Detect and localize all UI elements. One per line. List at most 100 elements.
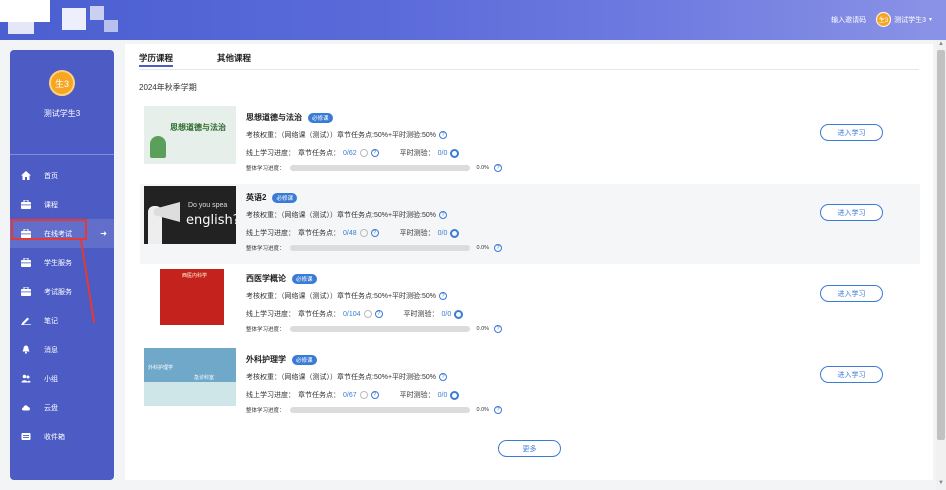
course-thumbnail[interactable]: 思想道德与法治 (144, 106, 236, 164)
chapter-progress-value: 0/48 (343, 229, 357, 237)
help-icon[interactable]: ? (439, 292, 447, 300)
sidebar-item-home[interactable]: 首页 (10, 161, 114, 190)
overall-progress-bar (289, 165, 470, 171)
online-progress: 线上学习进度： 章节任务点： 0/48 ? 平时测验： 0/0 (246, 228, 460, 238)
sidebar-profile: 生3 测试学生3 (10, 50, 114, 150)
quiz-progress-value: 0/0 (441, 310, 452, 318)
quiz-label: 平时测验： (399, 150, 435, 157)
help-icon[interactable]: ? (370, 149, 379, 157)
progress-label: 线上学习进度： (246, 392, 295, 399)
help-icon[interactable]: ? (439, 373, 447, 381)
sidebar-item-student-service[interactable]: 学生服务 (10, 248, 114, 277)
quiz-label: 平时测验： (399, 392, 435, 399)
overall-progress-bar (289, 245, 470, 251)
course-title[interactable]: 英语2 (246, 192, 266, 203)
tabs-divider (139, 69, 919, 70)
overall-label: 整体学习进度： (246, 246, 285, 252)
help-icon[interactable]: ? (374, 310, 383, 318)
sidebar-item-label: 笔记 (44, 317, 58, 325)
overall-label: 整体学习进度： (246, 408, 285, 414)
scrollbar[interactable]: ▲ ▼ (936, 40, 946, 490)
course-title[interactable]: 西医学概论 (246, 273, 286, 284)
chevron-down-icon: ▾ (928, 17, 932, 23)
user-menu[interactable]: 生3 测试学生3 ▾ (876, 12, 932, 27)
progress-label: 线上学习进度： (246, 230, 295, 237)
sidebar-item-groups[interactable]: 小组 (10, 364, 114, 393)
sidebar-item-cloud-drive[interactable]: 云盘 (10, 393, 114, 422)
thumbnail-text: 西医内科学 (182, 273, 208, 279)
chapter-label: 章节任务点： (298, 230, 340, 237)
course-title[interactable]: 外科护理学 (246, 354, 286, 365)
quiz-progress-value: 0/0 (437, 391, 448, 399)
avatar[interactable]: 生3 (49, 70, 75, 96)
group-icon (20, 374, 32, 384)
required-badge: 必修课 (308, 112, 333, 123)
overall-progress: 整体学习进度： 0.0% ? (246, 406, 503, 414)
scrollbar-thumb[interactable] (937, 50, 945, 440)
tab-other-courses[interactable]: 其他课程 (217, 44, 251, 70)
help-icon[interactable]: ? (370, 229, 379, 237)
sidebar-item-notes[interactable]: 笔记 (10, 306, 114, 335)
sidebar-item-messages[interactable]: 消息 (10, 335, 114, 364)
cloud-icon (20, 403, 32, 413)
assessment-weight: 考核权重：（网络课（测试））章节任务点:50%+平时测验:50% ? (246, 372, 447, 382)
thumbnail-text: 急诊科室 (194, 375, 215, 381)
sidebar-menu: 首页 课程 在线考试 ➜ 学生服务 考试服务 笔记 消息 小组 云盘 收件箱 (10, 155, 114, 451)
help-icon[interactable]: ? (494, 325, 503, 333)
course-thumbnail[interactable]: 外科护理学 急诊科室 (144, 348, 236, 406)
sidebar-item-label: 首页 (44, 172, 58, 180)
required-badge: 必修课 (292, 273, 317, 284)
home-icon (20, 171, 32, 181)
help-icon[interactable]: ? (494, 406, 503, 414)
course-thumbnail[interactable]: 西医内科学 (144, 267, 236, 325)
online-progress: 线上学习进度： 章节任务点： 0/62 ? 平时测验： 0/0 (246, 148, 460, 158)
required-badge: 必修课 (292, 354, 317, 365)
progress-ring-icon (450, 390, 460, 400)
scroll-up-icon[interactable]: ▲ (938, 41, 944, 47)
weight-text: 考核权重：（网络课（测试））章节任务点:50%+平时测验:50% (246, 293, 436, 300)
top-bar: 输入邀请码 生3 测试学生3 ▾ (0, 0, 946, 40)
sidebar: 生3 测试学生3 首页 课程 在线考试 ➜ 学生服务 考试服务 笔记 消息 小组… (10, 50, 114, 480)
enter-study-button[interactable]: 进入学习 (820, 366, 883, 383)
tab-degree-courses[interactable]: 学历课程 (139, 44, 174, 70)
thumbnail-text: english? (186, 213, 236, 228)
logo (0, 0, 130, 40)
ward-image (144, 382, 236, 406)
more-button[interactable]: 更多 (498, 440, 561, 457)
course-thumbnail[interactable]: Do you spea english? (144, 186, 236, 244)
main-content: 学历课程 其他课程 2024年秋季学期 思想道德与法治 思想道德与法治 必修课 … (125, 44, 933, 480)
required-badge: 必修课 (272, 192, 297, 203)
help-icon[interactable]: ? (494, 244, 503, 252)
sidebar-item-courses[interactable]: 课程 (10, 190, 114, 219)
progress-label: 线上学习进度： (246, 311, 295, 318)
progress-label: 线上学习进度： (246, 150, 295, 157)
pen-icon (20, 316, 32, 326)
enter-study-button[interactable]: 进入学习 (820, 124, 883, 141)
help-icon[interactable]: ? (439, 131, 447, 139)
enter-study-button[interactable]: 进入学习 (820, 285, 883, 302)
overall-progress-bar (289, 407, 470, 413)
overall-progress: 整体学习进度： 0.0% ? (246, 325, 503, 333)
sidebar-item-inbox[interactable]: 收件箱 (10, 422, 114, 451)
scroll-down-icon[interactable]: ▼ (938, 480, 944, 486)
progress-ring-icon (359, 149, 368, 157)
help-icon[interactable]: ? (439, 211, 447, 219)
sidebar-user-name: 测试学生3 (43, 109, 81, 118)
online-progress: 线上学习进度： 章节任务点： 0/67 ? 平时测验： 0/0 (246, 390, 460, 400)
course-title[interactable]: 思想道德与法治 (246, 112, 302, 123)
course-card: 西医内科学 西医学概论 必修课 考核权重：（网络课（测试））章节任务点:50%+… (140, 265, 920, 345)
invite-code-link[interactable]: 输入邀请码 (831, 15, 866, 25)
chapter-label: 章节任务点： (298, 311, 340, 318)
help-icon[interactable]: ? (370, 391, 379, 399)
sidebar-item-label: 收件箱 (44, 433, 65, 441)
progress-ring-icon (450, 228, 460, 238)
course-tabs: 学历课程 其他课程 (139, 44, 251, 70)
course-card: 外科护理学 急诊科室 外科护理学 必修课 考核权重：（网络课（测试））章节任务点… (140, 346, 920, 426)
course-card: Do you spea english? 英语2 必修课 考核权重：（网络课（测… (140, 184, 920, 264)
enter-study-button[interactable]: 进入学习 (820, 204, 883, 221)
help-icon[interactable]: ? (494, 164, 503, 172)
briefcase-icon (20, 200, 32, 210)
sidebar-item-exam-service[interactable]: 考试服务 (10, 277, 114, 306)
assessment-weight: 考核权重：（网络课（测试））章节任务点:50%+平时测验:50% ? (246, 130, 447, 140)
chapter-label: 章节任务点： (298, 392, 340, 399)
